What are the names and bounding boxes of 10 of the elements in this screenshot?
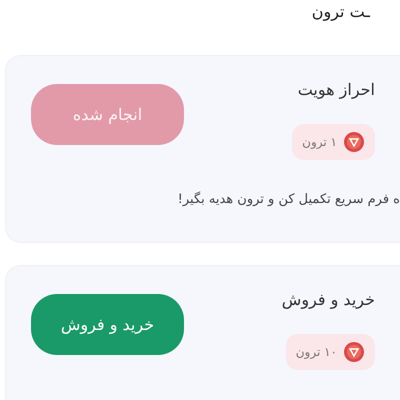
reward-amount: ۱ ترون: [302, 134, 337, 151]
task-button[interactable]: خرید و فروش: [31, 294, 184, 355]
task-description: ه فرم سریع تکمیل کن و ترون هدیه بگیر!: [176, 190, 400, 209]
coin-icon: [343, 341, 365, 363]
task-button[interactable]: انجام شده: [31, 84, 184, 145]
task-title: خرید و فروش: [282, 289, 375, 311]
section-title: ـت ترون: [312, 1, 372, 23]
task-title: احراز هویت: [298, 79, 375, 101]
coin-icon: [343, 131, 365, 153]
reward-amount: ۱۰ ترون: [296, 344, 337, 361]
